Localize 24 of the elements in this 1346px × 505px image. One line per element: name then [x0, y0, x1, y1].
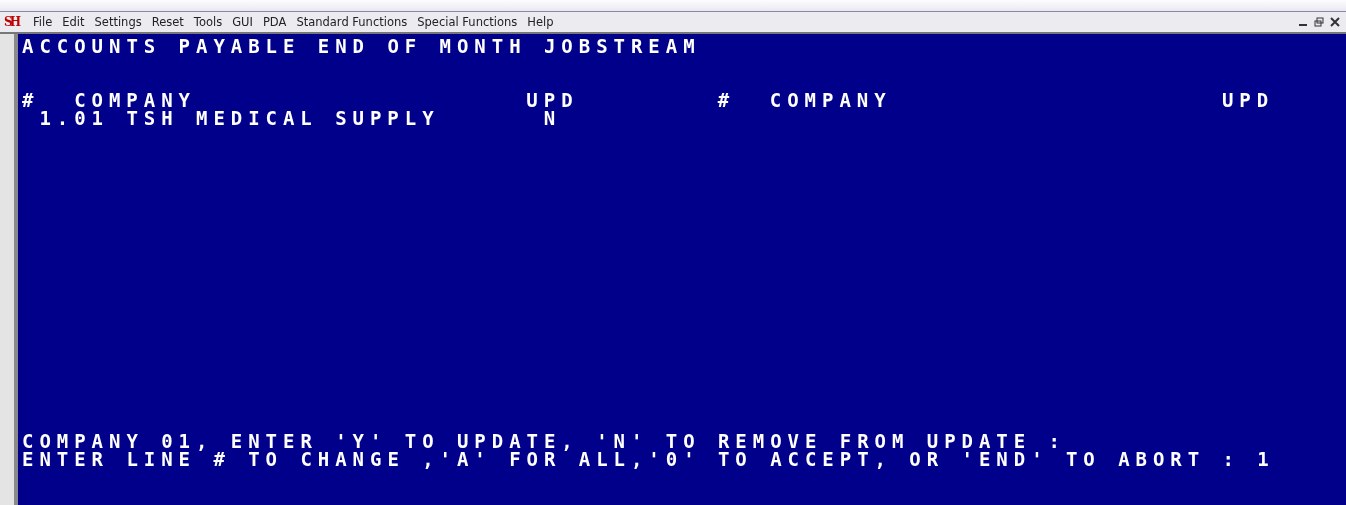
prompt-text: COMPANY 01, ENTER 'Y' TO UPDATE, 'N' TO REMOVE FROM UPDATE : [22, 432, 1066, 450]
menu-item[interactable]: File [28, 15, 58, 29]
column-header: UPD [526, 91, 579, 109]
menu-item[interactable]: PDA [257, 15, 292, 29]
menu-item[interactable]: Help [522, 15, 559, 29]
prompt-text: ENTER LINE # TO CHANGE ,'A' FOR ALL,'0' TO ACCEPT, OR 'END' TO ABORT : 1 [22, 450, 1275, 468]
update-value: N [543, 109, 562, 127]
menu-item[interactable]: Settings [89, 15, 147, 29]
column-header: # [717, 91, 735, 109]
column-header: # [22, 91, 40, 109]
app-logo: SH [4, 16, 20, 28]
menu-item[interactable]: Reset [146, 15, 189, 29]
company-entry: 1.01 TSH MEDICAL SUPPLY [39, 109, 440, 127]
menu-item[interactable]: Tools [188, 15, 228, 29]
column-header: COMPANY [74, 91, 196, 109]
menu-item[interactable]: Edit [57, 15, 90, 29]
menu-item[interactable]: GUI [227, 15, 258, 29]
menu-item[interactable]: Special Functions [412, 15, 523, 29]
menu-item[interactable]: Standard Functions [291, 15, 413, 29]
column-header: UPD [1221, 91, 1275, 109]
screen-title: ACCOUNTS PAYABLE END OF MONTH JOBSTREAM [22, 37, 701, 55]
column-header: COMPANY [769, 91, 892, 109]
restore-icon[interactable] [1314, 17, 1324, 27]
close-icon[interactable] [1330, 17, 1340, 27]
